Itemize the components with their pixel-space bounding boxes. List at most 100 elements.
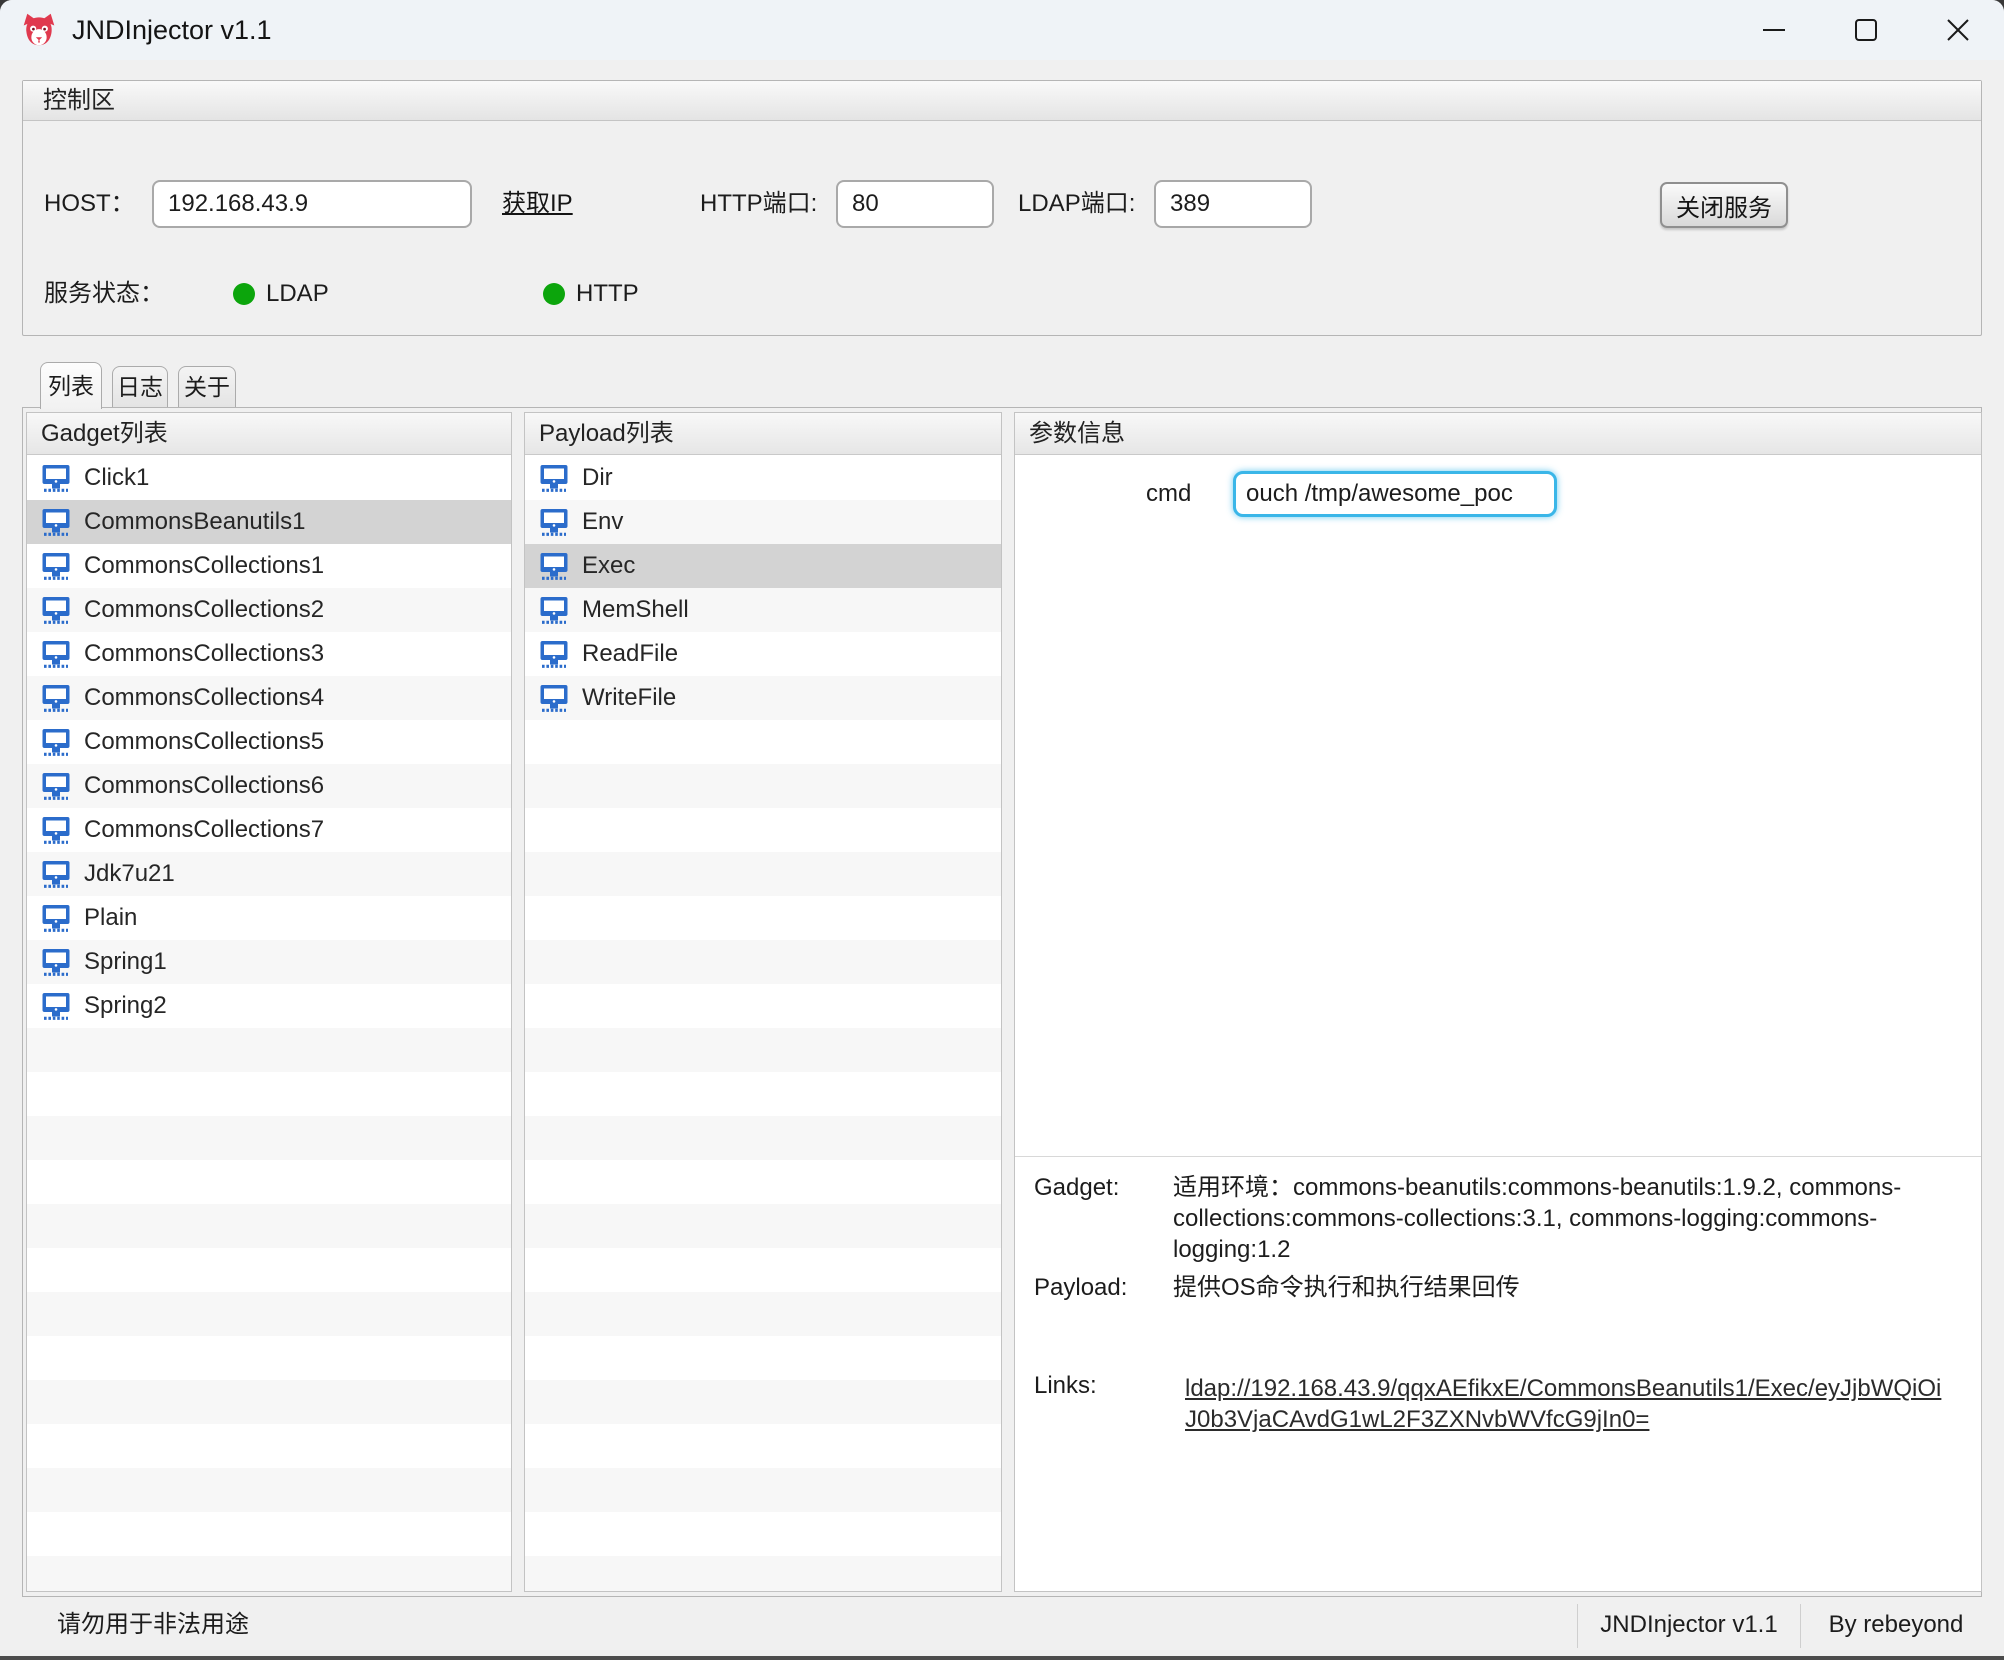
computer-icon <box>41 552 71 580</box>
list-item-label: CommonsCollections2 <box>84 596 324 624</box>
list-item-label: Spring1 <box>84 948 167 976</box>
computer-icon <box>41 772 71 800</box>
window-controls <box>1728 0 2004 60</box>
http-status-dot <box>543 283 565 305</box>
list-row-empty <box>525 1556 1001 1591</box>
list-row-empty <box>27 1116 511 1160</box>
list-item-label: Plain <box>84 904 137 932</box>
computer-icon <box>539 640 569 668</box>
list-item-commonsbeanutils1[interactable]: CommonsBeanutils1 <box>27 500 511 544</box>
list-item-jdk7u21[interactable]: Jdk7u21 <box>27 852 511 896</box>
computer-icon <box>41 728 71 756</box>
computer-icon <box>41 464 71 492</box>
list-item-label: ReadFile <box>582 640 678 668</box>
computer-icon <box>539 684 569 712</box>
computer-icon <box>41 948 71 976</box>
list-item-label: Spring2 <box>84 992 167 1020</box>
list-row-empty <box>525 1512 1001 1556</box>
computer-icon <box>41 992 71 1020</box>
list-item-memshell[interactable]: MemShell <box>525 588 1001 632</box>
computer-icon <box>41 596 71 624</box>
title-bar: JNDInjector v1.1 <box>0 0 2004 60</box>
cmd-label: cmd <box>1146 471 1191 517</box>
app-window: JNDInjector v1.1 控制区 HOST： 获取IP HTTP端口: … <box>0 0 2004 1660</box>
params-panel-title: 参数信息 <box>1015 413 1981 455</box>
list-row-empty <box>525 764 1001 808</box>
list-row-empty <box>525 808 1001 852</box>
close-service-button[interactable]: 关闭服务 <box>1660 182 1788 228</box>
http-port-input[interactable] <box>836 180 994 228</box>
list-row-empty <box>27 1292 511 1336</box>
list-item-label: WriteFile <box>582 684 676 712</box>
tab-about[interactable]: 关于 <box>178 366 236 407</box>
computer-icon <box>539 464 569 492</box>
list-item-commonscollections2[interactable]: CommonsCollections2 <box>27 588 511 632</box>
list-item-label: CommonsCollections4 <box>84 684 324 712</box>
host-label: HOST： <box>44 180 135 228</box>
list-row-empty <box>525 1380 1001 1424</box>
list-row-empty <box>27 1248 511 1292</box>
list-item-env[interactable]: Env <box>525 500 1001 544</box>
list-item-label: Exec <box>582 552 635 580</box>
gadget-panel: Gadget列表 Click1 CommonsBeanutils1 Common… <box>26 412 512 1592</box>
status-bar: 请勿用于非法用途 JNDInjector v1.1 By rebeyond <box>0 1597 2004 1656</box>
payload-info-label: Payload: <box>1034 1272 1127 1303</box>
control-group-title: 控制区 <box>23 81 1981 121</box>
list-item-spring1[interactable]: Spring1 <box>27 940 511 984</box>
computer-icon <box>41 860 71 888</box>
list-item-label: Env <box>582 508 623 536</box>
params-panel: 参数信息 cmd Gadget: 适用环境：commons-beanutils:… <box>1014 412 1982 1592</box>
list-item-commonscollections5[interactable]: CommonsCollections5 <box>27 720 511 764</box>
payload-list: Dir Env Exec MemShell ReadFile WriteFile <box>525 456 1001 1591</box>
list-item-click1[interactable]: Click1 <box>27 456 511 500</box>
list-item-commonscollections1[interactable]: CommonsCollections1 <box>27 544 511 588</box>
params-divider <box>1015 1156 1981 1157</box>
list-item-writefile[interactable]: WriteFile <box>525 676 1001 720</box>
list-row-empty <box>525 1292 1001 1336</box>
cmd-input[interactable] <box>1233 471 1557 517</box>
tab-log[interactable]: 日志 <box>112 366 168 407</box>
maximize-button[interactable] <box>1820 0 1912 60</box>
list-item-label: Dir <box>582 464 613 492</box>
minimize-button[interactable] <box>1728 0 1820 60</box>
http-port-label: HTTP端口: <box>700 180 817 228</box>
close-button[interactable] <box>1912 0 2004 60</box>
list-item-commonscollections4[interactable]: CommonsCollections4 <box>27 676 511 720</box>
list-item-spring2[interactable]: Spring2 <box>27 984 511 1028</box>
list-item-dir[interactable]: Dir <box>525 456 1001 500</box>
list-item-label: CommonsCollections5 <box>84 728 324 756</box>
gadget-info-text: 适用环境：commons-beanutils:commons-beanutils… <box>1173 1172 1973 1265</box>
computer-icon <box>539 596 569 624</box>
list-item-plain[interactable]: Plain <box>27 896 511 940</box>
ldap-port-input[interactable] <box>1154 180 1312 228</box>
list-row-empty <box>27 1512 511 1556</box>
list-row-empty <box>525 1336 1001 1380</box>
list-item-label: Click1 <box>84 464 149 492</box>
gadget-panel-title: Gadget列表 <box>27 413 511 455</box>
list-row-empty <box>525 1204 1001 1248</box>
list-row-empty <box>525 940 1001 984</box>
list-item-exec[interactable]: Exec <box>525 544 1001 588</box>
tab-list[interactable]: 列表 <box>40 362 102 409</box>
ldap-status-dot <box>233 283 255 305</box>
host-input[interactable] <box>152 180 472 228</box>
list-row-empty <box>27 1160 511 1204</box>
window-title: JNDInjector v1.1 <box>72 15 272 46</box>
list-row-empty <box>525 1160 1001 1204</box>
gadget-list: Click1 CommonsBeanutils1 CommonsCollecti… <box>27 456 511 1591</box>
ldap-status-text: LDAP <box>266 270 329 318</box>
list-row-empty <box>27 1336 511 1380</box>
list-item-commonscollections7[interactable]: CommonsCollections7 <box>27 808 511 852</box>
computer-icon <box>41 904 71 932</box>
list-item-commonscollections3[interactable]: CommonsCollections3 <box>27 632 511 676</box>
list-item-commonscollections6[interactable]: CommonsCollections6 <box>27 764 511 808</box>
list-row-empty <box>525 1468 1001 1512</box>
list-row-empty <box>525 1072 1001 1116</box>
list-row-empty <box>525 852 1001 896</box>
exploit-link[interactable]: ldap://192.168.43.9/qqxAEfikxE/CommonsBe… <box>1185 1373 1953 1435</box>
list-item-readfile[interactable]: ReadFile <box>525 632 1001 676</box>
get-ip-link[interactable]: 获取IP <box>502 180 573 228</box>
computer-icon <box>539 552 569 580</box>
list-row-empty <box>27 1204 511 1248</box>
links-label: Links: <box>1034 1370 1097 1401</box>
